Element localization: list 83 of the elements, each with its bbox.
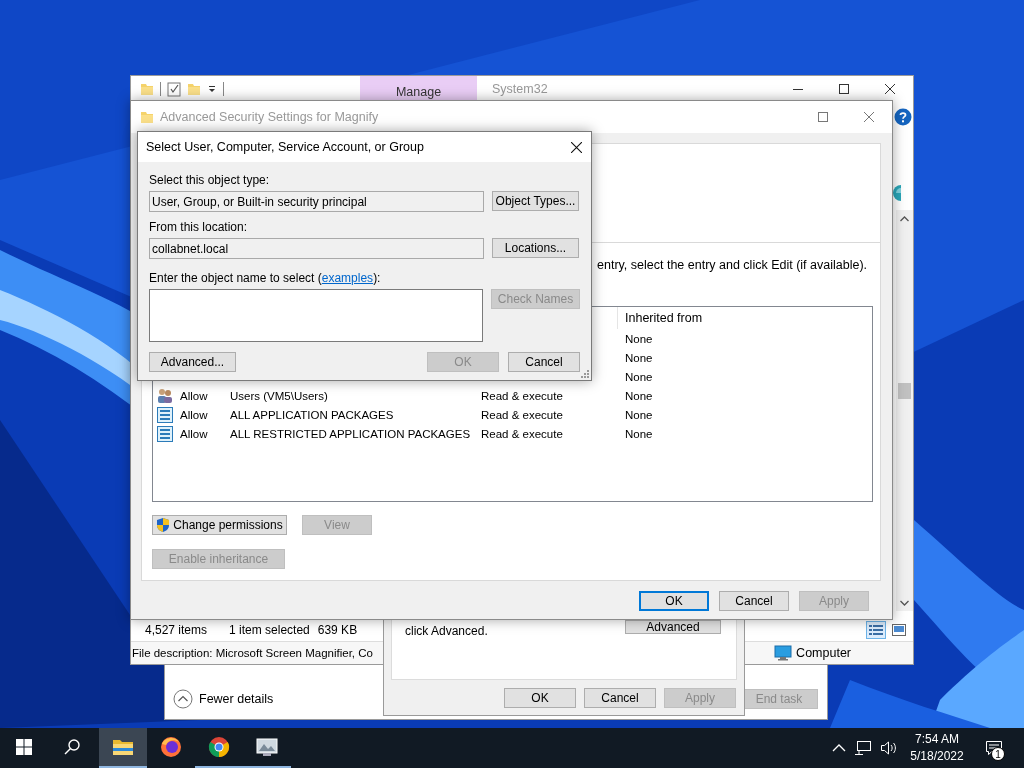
maximize-icon	[818, 112, 828, 122]
notifications-button[interactable]: 1	[976, 728, 1012, 768]
window-title: System32	[492, 81, 548, 96]
object-types-button[interactable]: Object Types...	[492, 191, 579, 211]
maximize-icon	[839, 83, 849, 94]
users-icon	[157, 387, 173, 404]
inherited-from: None	[624, 332, 654, 345]
shield-icon	[156, 517, 171, 533]
instruction-text: entry, select the entry and click Edit (if available).	[596, 258, 869, 272]
monitor-icon	[774, 645, 793, 661]
ok-button[interactable]: OK	[504, 688, 576, 708]
field-label: From this location:	[149, 220, 249, 234]
location-field[interactable]: collabnet.local	[149, 238, 484, 259]
scroll-down-icon[interactable]	[900, 599, 909, 606]
selection-count: 1 item selected	[229, 622, 310, 637]
principal-name: ALL RESTRICTED APPLICATION PACKAGES	[230, 427, 472, 440]
windows-logo-icon	[16, 739, 32, 755]
selection-size: 639 KB	[317, 622, 358, 637]
help-icon[interactable]	[893, 108, 912, 126]
inherited-from: None	[624, 427, 654, 440]
close-icon	[864, 112, 874, 122]
network-icon[interactable]	[854, 740, 872, 756]
field-label: Enter the object name to select (examples):	[149, 271, 382, 285]
dropdown-icon[interactable]	[207, 83, 217, 94]
inherited-from: None	[624, 370, 654, 383]
fewer-details-button[interactable]: Fewer details	[173, 689, 274, 709]
entry-type: Allow	[180, 408, 209, 421]
details-view-button[interactable]	[866, 620, 886, 639]
close-icon	[570, 141, 582, 153]
properties-icon[interactable]	[167, 80, 181, 97]
access-level: Read & execute	[481, 408, 564, 421]
advanced-button[interactable]: Advanced	[625, 620, 721, 634]
column-header[interactable]: Inherited from	[617, 307, 872, 329]
scroll-thumb[interactable]	[898, 383, 911, 399]
principal-name: ALL APPLICATION PACKAGES	[230, 408, 395, 421]
clock[interactable]: 7:54 AM 5/18/2022	[906, 731, 968, 765]
search-icon	[64, 739, 80, 755]
message-icon	[985, 740, 1003, 756]
entry-type: Allow	[180, 427, 209, 440]
ribbon-tab[interactable]: Manage	[360, 76, 477, 101]
scroll-up-icon[interactable]	[900, 215, 909, 222]
inherited-from: None	[624, 389, 654, 402]
package-icon	[157, 406, 173, 423]
dialog-title: Select User, Computer, Service Account, or Group	[146, 140, 424, 154]
object-type-field[interactable]: User, Group, or Built-in security principal	[149, 191, 484, 212]
resize-grip-icon[interactable]	[581, 370, 589, 378]
examples-link[interactable]: examples	[321, 271, 374, 285]
large-icons-view-icon	[892, 623, 906, 636]
locations-button[interactable]: Locations...	[492, 238, 579, 258]
cancel-button[interactable]: Cancel	[719, 591, 789, 611]
access-level: Read & execute	[481, 427, 564, 440]
window-title: Advanced Security Settings for Magnify	[160, 110, 379, 124]
notification-count: 1	[991, 747, 1005, 761]
access-level: Read & execute	[481, 389, 564, 402]
inherited-from: None	[624, 408, 654, 421]
field-label: Select this object type:	[149, 173, 271, 187]
location-label: Computer	[796, 646, 851, 660]
cancel-button[interactable]: Cancel	[508, 352, 580, 372]
clock-time: 7:54 AM	[915, 731, 959, 748]
advanced-button[interactable]: Advanced...	[149, 352, 236, 372]
item-count: 4,527 items	[145, 622, 208, 637]
ok-button[interactable]: OK	[639, 591, 709, 611]
file-description: File description: Microsoft Screen Magnifier, Co	[132, 647, 373, 659]
chevron-up-icon[interactable]	[832, 743, 846, 753]
folder-icon	[140, 109, 154, 125]
change-permissions-button[interactable]: Change permissions	[152, 515, 287, 535]
entry-type: Allow	[180, 389, 209, 402]
clock-date: 5/18/2022	[910, 748, 964, 765]
inherited-from: None	[624, 351, 654, 364]
volume-icon[interactable]	[880, 740, 898, 756]
advanced-hint: click Advanced.	[405, 624, 488, 638]
package-icon	[157, 425, 173, 442]
monitor-icon	[255, 735, 279, 759]
principal-name: Users (VM5\Users)	[230, 389, 329, 402]
chevron-up-icon	[173, 689, 193, 709]
cancel-button[interactable]: Cancel	[584, 688, 656, 708]
chrome-icon	[207, 735, 231, 759]
details-view-icon	[869, 623, 883, 636]
scrollbar[interactable]	[896, 210, 913, 611]
taskbar-app[interactable]	[99, 728, 147, 768]
close-icon	[885, 83, 895, 94]
firefox-icon	[159, 735, 183, 759]
object-name-field[interactable]	[149, 289, 483, 342]
